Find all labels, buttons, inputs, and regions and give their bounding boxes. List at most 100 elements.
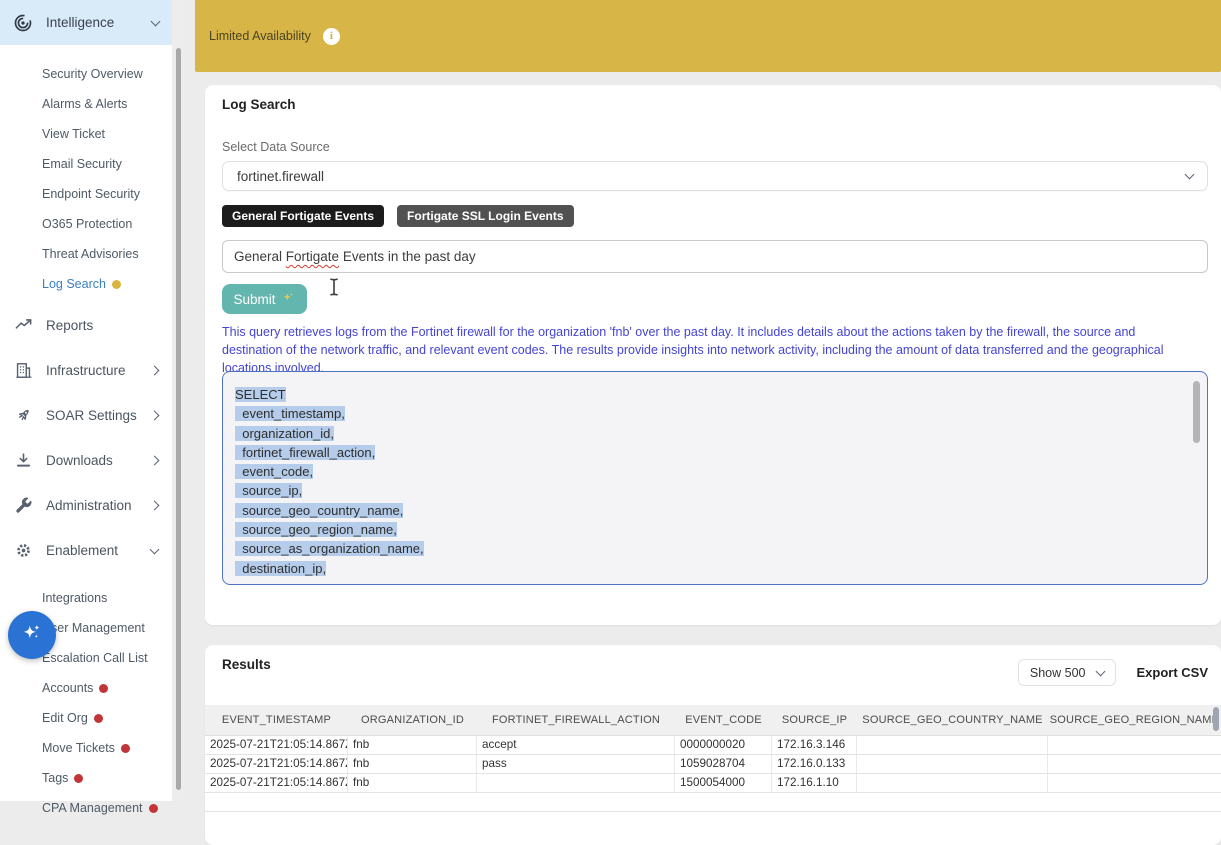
column-header[interactable]: EVENT_TIMESTAMP: [205, 714, 348, 726]
sidebar-item-label: Intelligence: [46, 15, 152, 30]
sidebar-item-view-ticket[interactable]: View Ticket: [42, 119, 172, 149]
submit-label: Submit: [233, 292, 275, 307]
sidebar-item-threat-advisories[interactable]: Threat Advisories: [42, 239, 172, 269]
sidebar-item-integrations[interactable]: Integrations: [42, 583, 172, 613]
sidebar-item-downloads[interactable]: Downloads: [0, 438, 172, 483]
sparkle-icon: [281, 290, 296, 308]
sidebar-item-infrastructure[interactable]: Infrastructure: [0, 348, 172, 393]
sidebar-item-label: CPA Management: [42, 801, 143, 815]
sidebar-item-endpoint-security[interactable]: Endpoint Security: [42, 179, 172, 209]
sidebar-item-enablement[interactable]: Enablement: [0, 528, 172, 573]
column-header[interactable]: SOURCE_GEO_REGION_NAME: [1048, 714, 1221, 726]
submit-button[interactable]: Submit: [222, 284, 307, 314]
sidebar: Intelligence Security Overview Alarms & …: [0, 0, 172, 801]
query-text: General: [234, 249, 286, 264]
sidebar-item-security-overview[interactable]: Security Overview: [42, 59, 172, 89]
page-size-select[interactable]: Show 500: [1018, 659, 1117, 686]
table-scrollbar-thumb[interactable]: [1213, 707, 1219, 731]
sql-line: destination_ip,: [235, 561, 326, 576]
column-header[interactable]: SOURCE_GEO_COUNTRY_NAME: [857, 714, 1048, 726]
sidebar-item-cpa-management[interactable]: CPA Management: [42, 793, 172, 823]
cell-event-timestamp: 2025-07-21T21:05:14.867Z: [205, 774, 348, 792]
sidebar-item-reports[interactable]: Reports: [0, 303, 172, 348]
sql-scrollbar-thumb[interactable]: [1193, 381, 1200, 443]
cell-organization-id: fnb: [348, 774, 477, 792]
sidebar-section-label: Downloads: [46, 453, 151, 468]
data-source-select[interactable]: fortinet.firewall: [222, 161, 1208, 191]
table-header-row: EVENT_TIMESTAMP ORGANIZATION_ID FORTINET…: [205, 705, 1221, 736]
sidebar-item-label: Move Tickets: [42, 741, 115, 755]
sidebar-item-user-management[interactable]: User Management: [42, 613, 172, 643]
table-row[interactable]: 2025-07-21T21:05:14.867Z fnb pass 105902…: [205, 755, 1221, 774]
sidebar-scrollbar-thumb[interactable]: [176, 48, 181, 790]
cell-source-geo-region: [1048, 774, 1221, 792]
cell-firewall-action: [477, 774, 675, 792]
info-icon[interactable]: i: [323, 28, 340, 45]
chevron-right-icon: [150, 411, 160, 421]
column-header[interactable]: FORTINET_FIREWALL_ACTION: [477, 714, 675, 726]
sidebar-item-soar-settings[interactable]: SOAR Settings: [0, 393, 172, 438]
cell-source-geo-country: [857, 736, 1048, 754]
sidebar-section-label: Administration: [46, 498, 151, 513]
table-row[interactable]: 2025-07-21T21:05:14.867Z fnb 1500054000 …: [205, 774, 1221, 793]
results-table: EVENT_TIMESTAMP ORGANIZATION_ID FORTINET…: [205, 705, 1221, 812]
log-search-panel: Log Search Select Data Source fortinet.f…: [205, 85, 1221, 625]
ai-assistant-button[interactable]: [8, 611, 56, 659]
column-header[interactable]: ORGANIZATION_ID: [348, 714, 477, 726]
query-description: This query retrieves logs from the Forti…: [222, 323, 1181, 377]
cell-organization-id: fnb: [348, 736, 477, 754]
column-header[interactable]: EVENT_CODE: [675, 714, 772, 726]
sidebar-item-accounts[interactable]: Accounts: [42, 673, 172, 703]
query-input[interactable]: General Fortigate Events in the past day: [222, 240, 1208, 273]
sidebar-item-log-search[interactable]: Log Search: [42, 269, 172, 299]
table-row-partial[interactable]: [205, 793, 1221, 812]
cell-event-code: 1500054000: [675, 774, 772, 792]
sidebar-item-label: Edit Org: [42, 711, 88, 725]
sidebar-section-label: Infrastructure: [46, 363, 151, 378]
sidebar-section-label: Enablement: [46, 543, 151, 558]
chevron-down-icon: [1096, 666, 1106, 676]
main-content: Limited Availability i Log Search Select…: [185, 0, 1221, 801]
sql-query-box[interactable]: SELECT event_timestamp, organization_id,…: [222, 371, 1208, 585]
sidebar-item-administration[interactable]: Administration: [0, 483, 172, 528]
column-header[interactable]: SOURCE_IP: [772, 714, 857, 726]
chevron-down-icon: [1185, 170, 1195, 180]
suggestion-general-fortigate-events[interactable]: General Fortigate Events: [222, 205, 384, 227]
export-csv-button[interactable]: Export CSV: [1136, 665, 1208, 680]
chevron-right-icon: [150, 501, 160, 511]
data-source-value: fortinet.firewall: [237, 169, 324, 184]
table-row[interactable]: 2025-07-21T21:05:14.867Z fnb accept 0000…: [205, 736, 1221, 755]
sql-line: source_geo_country_name,: [235, 503, 403, 518]
sql-line: fortinet_firewall_action,: [235, 445, 375, 460]
chevron-right-icon: [150, 366, 160, 376]
suggested-queries: General Fortigate Events Fortigate SSL L…: [222, 205, 574, 227]
cell-source-geo-region: [1048, 755, 1221, 773]
sidebar-item-escalation-call-list[interactable]: Escalation Call List: [42, 643, 172, 673]
chevron-right-icon: [150, 456, 160, 466]
sql-line: source_geo_region_name,: [235, 522, 397, 537]
sparkles-icon: [19, 620, 45, 651]
sidebar-item-edit-org[interactable]: Edit Org: [42, 703, 172, 733]
red-status-dot: [149, 804, 158, 813]
cell-source-ip: 172.16.0.133: [772, 755, 857, 773]
sidebar-item-move-tickets[interactable]: Move Tickets: [42, 733, 172, 763]
sidebar-scrollbar[interactable]: [172, 0, 185, 801]
chevron-down-icon: [151, 16, 161, 26]
sidebar-item-email-security[interactable]: Email Security: [42, 149, 172, 179]
sql-line: source_as_organization_name,: [235, 541, 424, 556]
query-text-misspelled: Fortigate: [286, 249, 339, 264]
sidebar-item-intelligence[interactable]: Intelligence: [0, 0, 172, 45]
suggestion-fortigate-ssl-login-events[interactable]: Fortigate SSL Login Events: [397, 205, 573, 227]
sidebar-item-tags[interactable]: Tags: [42, 763, 172, 793]
cell-source-geo-country: [857, 755, 1048, 773]
intelligence-submenu: Security Overview Alarms & Alerts View T…: [0, 45, 172, 303]
download-icon: [14, 451, 33, 470]
infrastructure-icon: [14, 361, 33, 380]
cell-source-geo-country: [857, 774, 1048, 792]
cell-event-code: 0000000020: [675, 736, 772, 754]
red-status-dot: [121, 744, 130, 753]
sidebar-section-label: SOAR Settings: [46, 408, 151, 423]
sidebar-item-alarms-alerts[interactable]: Alarms & Alerts: [42, 89, 172, 119]
sidebar-item-o365-protection[interactable]: O365 Protection: [42, 209, 172, 239]
sql-line: event_timestamp,: [235, 406, 345, 421]
